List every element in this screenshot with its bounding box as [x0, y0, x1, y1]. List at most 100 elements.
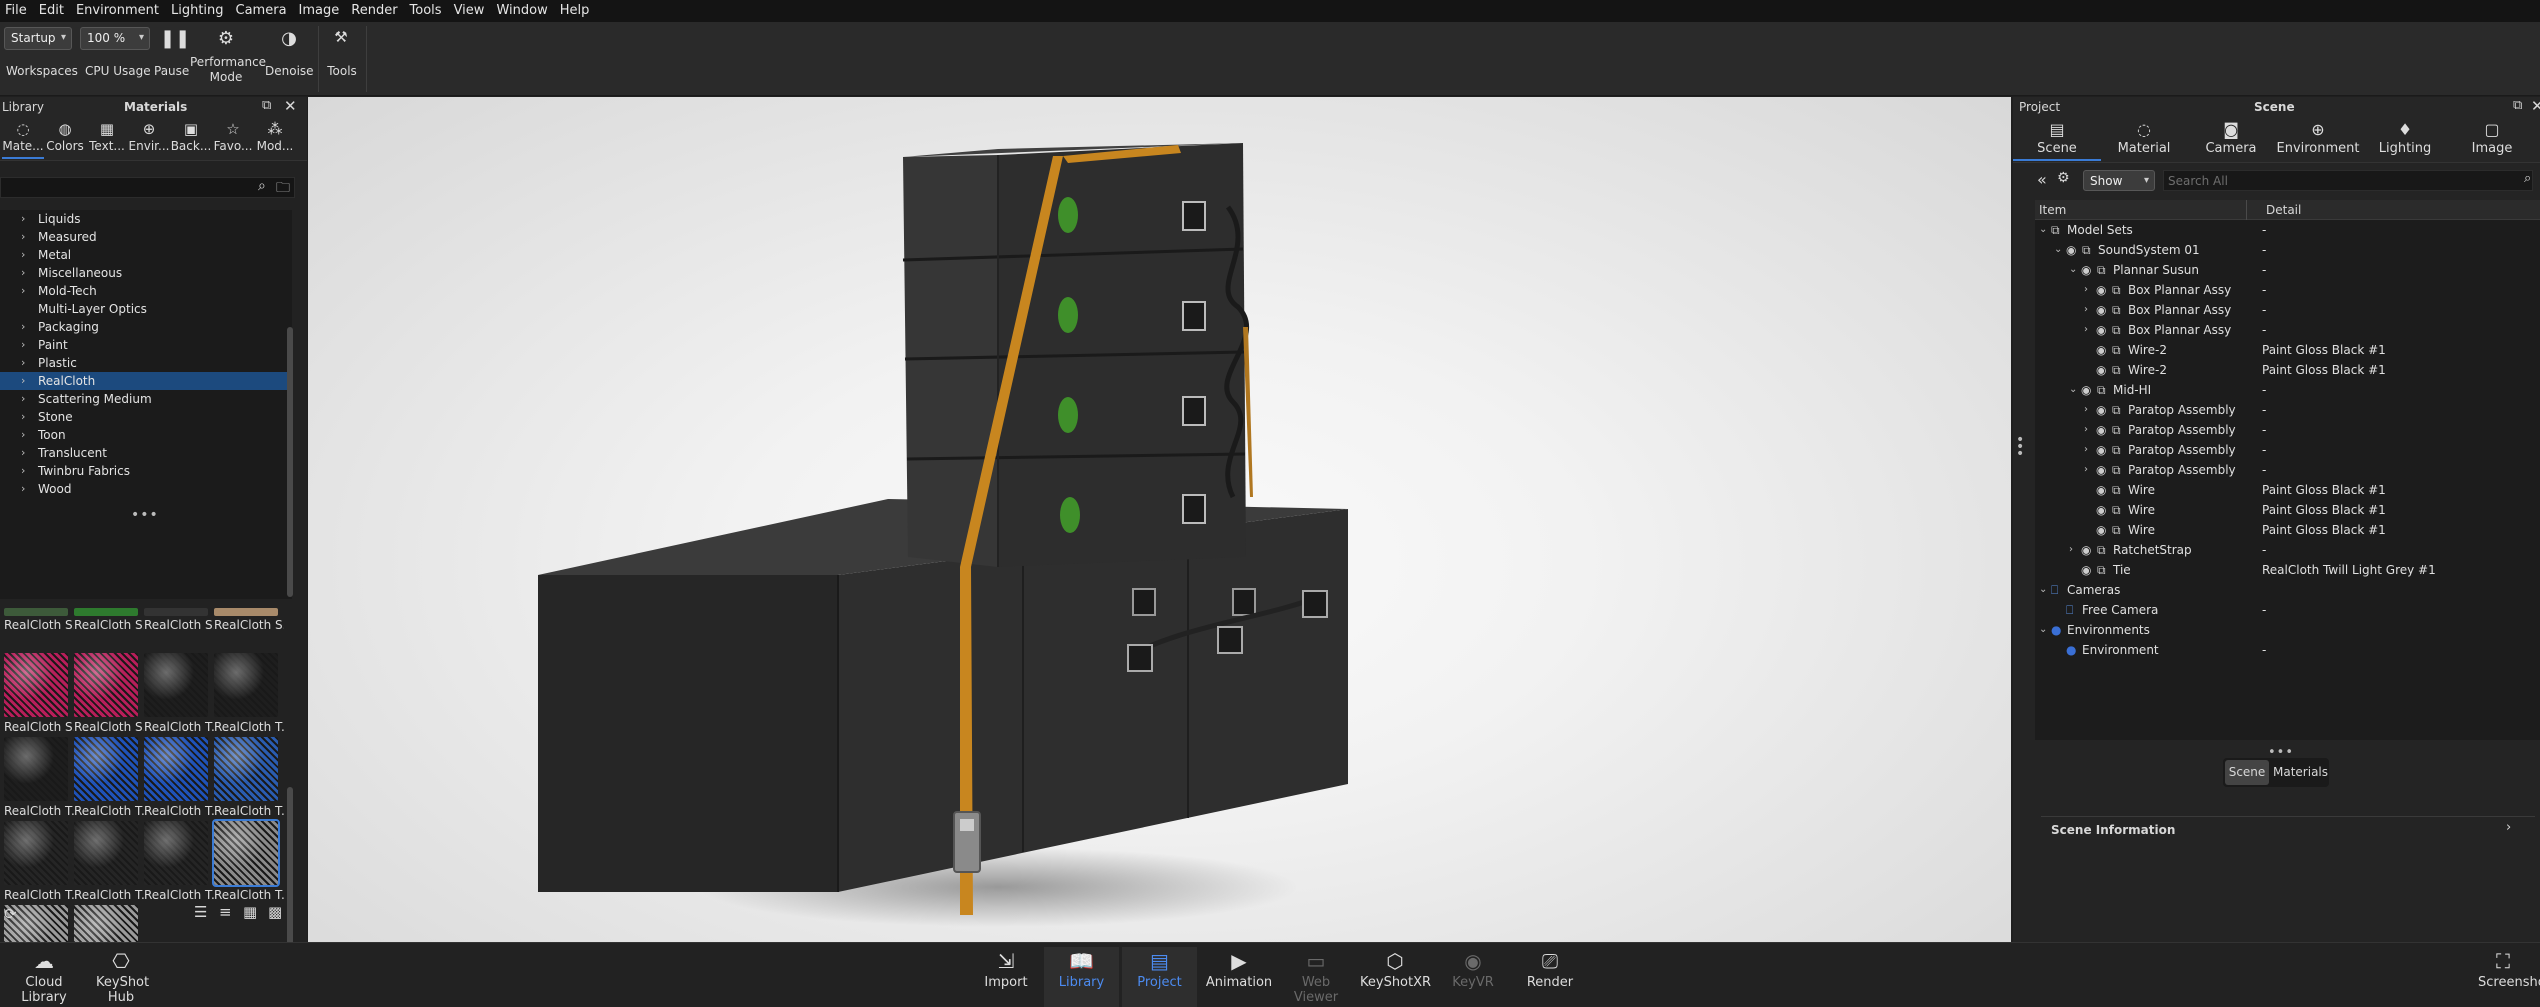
menu-render[interactable]: Render [346, 0, 404, 22]
material-thumb[interactable] [214, 608, 278, 616]
visibility-eye-icon[interactable]: ◉ [2081, 560, 2091, 580]
expand-arrow-icon[interactable]: › [21, 282, 25, 300]
expand-arrow-icon[interactable]: › [21, 462, 25, 480]
folder-search-icon[interactable]: 🗀 [276, 177, 290, 201]
expand-arrow-icon[interactable]: › [2084, 300, 2088, 320]
screenshot-button[interactable]: ⛶Screenshot [2478, 947, 2540, 1007]
expand-arrow-icon[interactable]: › [21, 408, 25, 426]
material-thumb[interactable] [144, 608, 208, 616]
undock-icon[interactable]: ⧉ [262, 98, 271, 113]
scene-row[interactable]: ◉ ⧉ Wire Paint Gloss Black #1 [2035, 480, 2540, 500]
expand-arrow-icon[interactable]: › [2084, 440, 2088, 460]
scene-row[interactable]: › ◉ ⧉ Box Plannar Assy - [2035, 320, 2540, 340]
visibility-eye-icon[interactable]: ◉ [2081, 380, 2091, 400]
category-item[interactable]: › Twinbru Fabrics [0, 462, 292, 480]
expand-arrow-icon[interactable]: › [2084, 400, 2088, 420]
material-thumb[interactable] [74, 821, 138, 885]
material-thumb[interactable] [4, 653, 68, 717]
scene-row[interactable]: ⌄ ◉ ⧉ SoundSystem 01 - [2035, 240, 2540, 260]
workspace-select[interactable]: Startup ▾ [4, 27, 72, 50]
category-item[interactable]: › Liquids [0, 210, 292, 228]
scene-row[interactable]: ◉ ⧉ Wire Paint Gloss Black #1 [2035, 520, 2540, 540]
category-item[interactable]: › Stone [0, 408, 292, 426]
visibility-eye-icon[interactable]: ◉ [2096, 280, 2106, 300]
category-item[interactable]: › Mold-Tech [0, 282, 292, 300]
tools-button[interactable]: Tools [326, 64, 358, 79]
grid-view-icon[interactable]: ▦ [243, 903, 257, 921]
keyvr-button[interactable]: ◉ KeyVR [1448, 947, 1498, 1007]
library-tab-6[interactable]: ⁂ Mod... [254, 119, 296, 159]
collapse-left-icon[interactable]: « [2037, 170, 2047, 189]
project-tab-material[interactable]: ◌ Material [2100, 119, 2188, 161]
material-thumb[interactable] [4, 737, 68, 801]
animation-button[interactable]: ▶ Animation [1204, 947, 1274, 1007]
material-thumb[interactable] [214, 653, 278, 717]
menu-file[interactable]: File [0, 0, 34, 22]
visibility-eye-icon[interactable]: ◉ [2096, 520, 2106, 540]
menu-tools[interactable]: Tools [405, 0, 449, 22]
material-thumb[interactable] [144, 653, 208, 717]
material-thumb[interactable] [74, 653, 138, 717]
category-item[interactable]: › Scattering Medium [0, 390, 292, 408]
large-grid-view-icon[interactable]: ▩ [268, 903, 282, 921]
denoise-icon[interactable]: ◑ [278, 28, 300, 49]
category-item[interactable]: › Wood [0, 480, 292, 498]
import-button[interactable]: ⇲ Import [980, 947, 1032, 1007]
category-item[interactable]: › Paint [0, 336, 292, 354]
web-viewer-button[interactable]: ▭ Web Viewer [1280, 947, 1352, 1007]
scene-row[interactable]: ◉ ⧉ Tie RealCloth Twill Light Grey #1 [2035, 560, 2540, 580]
performance-mode-icon[interactable]: ⚙ [215, 28, 237, 49]
library-tab-5[interactable]: ☆ Favo... [212, 119, 254, 159]
close-icon[interactable]: ✕ [2531, 97, 2540, 115]
collapse-arrow-icon[interactable]: ⌄ [2069, 260, 2077, 280]
expand-arrow-icon[interactable]: › [21, 390, 25, 408]
expand-arrow-icon[interactable]: › [21, 336, 25, 354]
visibility-eye-icon[interactable]: ◉ [2096, 420, 2106, 440]
expand-arrow-icon[interactable]: › [21, 354, 25, 372]
render-button[interactable]: ⎚ Render [1524, 947, 1576, 1007]
visibility-eye-icon[interactable]: ◉ [2096, 440, 2106, 460]
close-icon[interactable]: ✕ [284, 97, 297, 115]
scene-row[interactable]: › ◉ ⧉ Paratop Assembly - [2035, 440, 2540, 460]
cloud-library-button[interactable]: ☁ Cloud Library [20, 947, 68, 1007]
visibility-eye-icon[interactable]: ◉ [2081, 540, 2091, 560]
expand-arrow-icon[interactable]: › [21, 318, 25, 336]
search-icon[interactable]: ⌕ [2524, 171, 2531, 186]
expand-arrow-icon[interactable]: › [2084, 420, 2088, 440]
expand-arrow-icon[interactable]: › [21, 480, 25, 498]
expand-arrow-icon[interactable]: › [21, 426, 25, 444]
menu-help[interactable]: Help [555, 0, 597, 22]
scene-row[interactable]: ⌄ ⧉ Model Sets - [2035, 220, 2540, 240]
denoise-button[interactable]: Denoise [265, 64, 314, 79]
visibility-eye-icon[interactable]: ◉ [2096, 500, 2106, 520]
scene-information-header[interactable]: Scene Information [2051, 823, 2175, 837]
visibility-eye-icon[interactable]: ◉ [2096, 460, 2106, 480]
render-viewport[interactable] [308, 97, 2011, 942]
scene-row[interactable]: ⌄ ● Environments [2035, 620, 2540, 640]
scene-row[interactable]: ◉ ⧉ Wire Paint Gloss Black #1 [2035, 500, 2540, 520]
expand-arrow-icon[interactable]: › [21, 210, 25, 228]
library-tab-3[interactable]: ⊕ Envir... [128, 119, 170, 159]
material-thumb[interactable] [74, 608, 138, 616]
material-thumb[interactable] [144, 737, 208, 801]
column-detail[interactable]: Detail [2266, 200, 2301, 220]
detail-view-icon[interactable]: ≡ [219, 903, 232, 921]
splitter-handle[interactable]: ••• [131, 507, 159, 523]
menu-window[interactable]: Window [491, 0, 554, 22]
library-tab-4[interactable]: ▣ Back... [170, 119, 212, 159]
project-tab-image[interactable]: ▢ Image [2448, 119, 2536, 161]
expand-arrow-icon[interactable]: › [21, 228, 25, 246]
undock-icon[interactable]: ⧉ [2513, 98, 2522, 113]
project-tab-camera[interactable]: ◙ Camera [2187, 119, 2275, 161]
expand-arrow-icon[interactable]: › [21, 444, 25, 462]
category-item[interactable]: › Measured [0, 228, 292, 246]
keyshot-hub-button[interactable]: ⎔ KeyShot Hub [96, 947, 149, 1007]
material-thumb[interactable] [74, 737, 138, 801]
scene-row[interactable]: ⌄ ◉ ⧉ Mid-HI - [2035, 380, 2540, 400]
category-item[interactable]: › Plastic [0, 354, 292, 372]
refresh-icon[interactable]: ⟳ [4, 905, 17, 923]
scene-row[interactable]: ⌄ ◉ ⧉ Plannar Susun - [2035, 260, 2540, 280]
category-item[interactable]: › Translucent [0, 444, 292, 462]
scene-options-icon[interactable]: ⚙ [2057, 170, 2070, 186]
menu-environment[interactable]: Environment [71, 0, 166, 22]
